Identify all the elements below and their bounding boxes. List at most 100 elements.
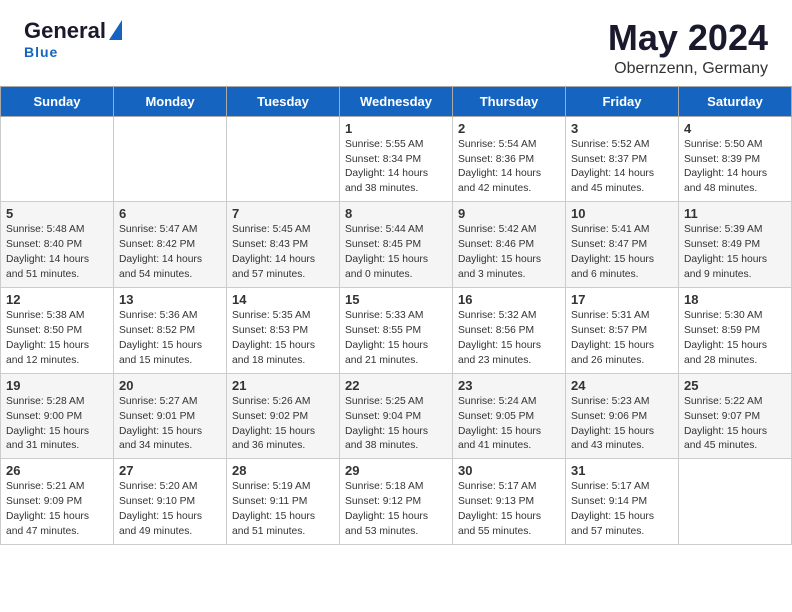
table-row: 5Sunrise: 5:48 AMSunset: 8:40 PMDaylight… <box>1 202 114 288</box>
title-block: May 2024 Obernzenn, Germany <box>608 18 768 78</box>
day-info: Sunrise: 5:21 AMSunset: 9:09 PMDaylight:… <box>6 481 89 537</box>
day-info: Sunrise: 5:17 AMSunset: 9:13 PMDaylight:… <box>458 481 541 537</box>
table-row <box>114 116 227 202</box>
calendar-week-row: 5Sunrise: 5:48 AMSunset: 8:40 PMDaylight… <box>1 202 792 288</box>
day-info: Sunrise: 5:33 AMSunset: 8:55 PMDaylight:… <box>345 310 428 366</box>
col-saturday: Saturday <box>679 86 792 116</box>
day-info: Sunrise: 5:28 AMSunset: 9:00 PMDaylight:… <box>6 396 89 452</box>
table-row: 9Sunrise: 5:42 AMSunset: 8:46 PMDaylight… <box>453 202 566 288</box>
table-row: 20 Sunrise: 5:27 AMSunset: 9:01 PMDayligh… <box>114 373 227 459</box>
header: General Blue May 2024 Obernzenn, Germany <box>0 0 792 86</box>
table-row: 28 Sunrise: 5:19 AMSunset: 9:11 PMDayligh… <box>227 459 340 545</box>
calendar-header-row: Sunday Monday Tuesday Wednesday Thursday… <box>1 86 792 116</box>
day-info: Sunrise: 5:44 AMSunset: 8:45 PMDaylight:… <box>345 224 428 280</box>
day-number: 14 <box>232 292 334 307</box>
day-number: 19 <box>6 378 108 393</box>
day-info: Sunrise: 5:55 AMSunset: 8:34 PMDaylight:… <box>345 139 428 195</box>
day-info: Sunrise: 5:32 AMSunset: 8:56 PMDaylight:… <box>458 310 541 366</box>
logo: General Blue <box>24 18 122 60</box>
logo-blue-text: Blue <box>24 44 58 60</box>
month-title: May 2024 <box>608 18 768 58</box>
calendar-week-row: 1Sunrise: 5:55 AMSunset: 8:34 PMDaylight… <box>1 116 792 202</box>
table-row: 29 Sunrise: 5:18 AMSunset: 9:12 PMDayligh… <box>340 459 453 545</box>
day-info: Sunrise: 5:47 AMSunset: 8:42 PMDaylight:… <box>119 224 202 280</box>
day-number: 5 <box>6 206 108 221</box>
day-info: Sunrise: 5:31 AMSunset: 8:57 PMDaylight:… <box>571 310 654 366</box>
table-row: 30 Sunrise: 5:17 AMSunset: 9:13 PMDayligh… <box>453 459 566 545</box>
table-row: 2 Sunrise: 5:54 AMSunset: 8:36 PMDaylight… <box>453 116 566 202</box>
day-info: Sunrise: 5:18 AMSunset: 9:12 PMDaylight:… <box>345 481 428 537</box>
day-info: Sunrise: 5:19 AMSunset: 9:11 PMDaylight:… <box>232 481 315 537</box>
table-row: 13 Sunrise: 5:36 AMSunset: 8:52 PMDayligh… <box>114 287 227 373</box>
table-row <box>227 116 340 202</box>
table-row: 18 Sunrise: 5:30 AMSunset: 8:59 PMDayligh… <box>679 287 792 373</box>
day-info: Sunrise: 5:41 AMSunset: 8:47 PMDaylight:… <box>571 224 654 280</box>
day-info: Sunrise: 5:30 AMSunset: 8:59 PMDaylight:… <box>684 310 767 366</box>
day-number: 22 <box>345 378 447 393</box>
day-number: 27 <box>119 463 221 478</box>
day-number: 15 <box>345 292 447 307</box>
day-number: 16 <box>458 292 560 307</box>
logo-general-text: General <box>24 18 106 44</box>
day-info: Sunrise: 5:17 AMSunset: 9:14 PMDaylight:… <box>571 481 654 537</box>
day-info: Sunrise: 5:24 AMSunset: 9:05 PMDaylight:… <box>458 396 541 452</box>
calendar-week-row: 19 Sunrise: 5:28 AMSunset: 9:00 PMDayligh… <box>1 373 792 459</box>
day-number: 17 <box>571 292 673 307</box>
day-info: Sunrise: 5:38 AMSunset: 8:50 PMDaylight:… <box>6 310 89 366</box>
table-row: 15 Sunrise: 5:33 AMSunset: 8:55 PMDayligh… <box>340 287 453 373</box>
day-number: 18 <box>684 292 786 307</box>
calendar-week-row: 12 Sunrise: 5:38 AMSunset: 8:50 PMDayligh… <box>1 287 792 373</box>
day-number: 20 <box>119 378 221 393</box>
day-info: Sunrise: 5:27 AMSunset: 9:01 PMDaylight:… <box>119 396 202 452</box>
day-info: Sunrise: 5:52 AMSunset: 8:37 PMDaylight:… <box>571 139 654 195</box>
table-row <box>679 459 792 545</box>
calendar-week-row: 26 Sunrise: 5:21 AMSunset: 9:09 PMDayligh… <box>1 459 792 545</box>
table-row: 4Sunrise: 5:50 AMSunset: 8:39 PMDaylight… <box>679 116 792 202</box>
table-row: 23 Sunrise: 5:24 AMSunset: 9:05 PMDayligh… <box>453 373 566 459</box>
day-number: 7 <box>232 206 334 221</box>
table-row: 12 Sunrise: 5:38 AMSunset: 8:50 PMDayligh… <box>1 287 114 373</box>
day-number: 25 <box>684 378 786 393</box>
day-info: Sunrise: 5:22 AMSunset: 9:07 PMDaylight:… <box>684 396 767 452</box>
col-friday: Friday <box>566 86 679 116</box>
table-row: 11 Sunrise: 5:39 AMSunset: 8:49 PMDayligh… <box>679 202 792 288</box>
table-row: 21Sunrise: 5:26 AMSunset: 9:02 PMDayligh… <box>227 373 340 459</box>
table-row: 17 Sunrise: 5:31 AMSunset: 8:57 PMDayligh… <box>566 287 679 373</box>
day-number: 29 <box>345 463 447 478</box>
table-row: 22Sunrise: 5:25 AMSunset: 9:04 PMDayligh… <box>340 373 453 459</box>
table-row: 10Sunrise: 5:41 AMSunset: 8:47 PMDayligh… <box>566 202 679 288</box>
day-info: Sunrise: 5:54 AMSunset: 8:36 PMDaylight:… <box>458 139 541 195</box>
table-row: 14Sunrise: 5:35 AMSunset: 8:53 PMDayligh… <box>227 287 340 373</box>
day-number: 12 <box>6 292 108 307</box>
day-number: 23 <box>458 378 560 393</box>
day-info: Sunrise: 5:20 AMSunset: 9:10 PMDaylight:… <box>119 481 202 537</box>
day-number: 30 <box>458 463 560 478</box>
day-info: Sunrise: 5:36 AMSunset: 8:52 PMDaylight:… <box>119 310 202 366</box>
table-row: 3 Sunrise: 5:52 AMSunset: 8:37 PMDaylight… <box>566 116 679 202</box>
day-info: Sunrise: 5:50 AMSunset: 8:39 PMDaylight:… <box>684 139 767 195</box>
table-row: 19 Sunrise: 5:28 AMSunset: 9:00 PMDayligh… <box>1 373 114 459</box>
day-info: Sunrise: 5:42 AMSunset: 8:46 PMDaylight:… <box>458 224 541 280</box>
day-info: Sunrise: 5:39 AMSunset: 8:49 PMDaylight:… <box>684 224 767 280</box>
table-row: 24Sunrise: 5:23 AMSunset: 9:06 PMDayligh… <box>566 373 679 459</box>
col-sunday: Sunday <box>1 86 114 116</box>
day-number: 21 <box>232 378 334 393</box>
table-row: 27 Sunrise: 5:20 AMSunset: 9:10 PMDayligh… <box>114 459 227 545</box>
day-number: 28 <box>232 463 334 478</box>
col-thursday: Thursday <box>453 86 566 116</box>
table-row: 8 Sunrise: 5:44 AMSunset: 8:45 PMDaylight… <box>340 202 453 288</box>
day-number: 8 <box>345 206 447 221</box>
table-row: 25 Sunrise: 5:22 AMSunset: 9:07 PMDayligh… <box>679 373 792 459</box>
table-row: 26 Sunrise: 5:21 AMSunset: 9:09 PMDayligh… <box>1 459 114 545</box>
day-number: 13 <box>119 292 221 307</box>
col-tuesday: Tuesday <box>227 86 340 116</box>
day-number: 24 <box>571 378 673 393</box>
col-wednesday: Wednesday <box>340 86 453 116</box>
calendar-table: Sunday Monday Tuesday Wednesday Thursday… <box>0 86 792 545</box>
day-number: 11 <box>684 206 786 221</box>
table-row <box>1 116 114 202</box>
day-number: 3 <box>571 121 673 136</box>
day-number: 31 <box>571 463 673 478</box>
day-number: 2 <box>458 121 560 136</box>
day-number: 26 <box>6 463 108 478</box>
